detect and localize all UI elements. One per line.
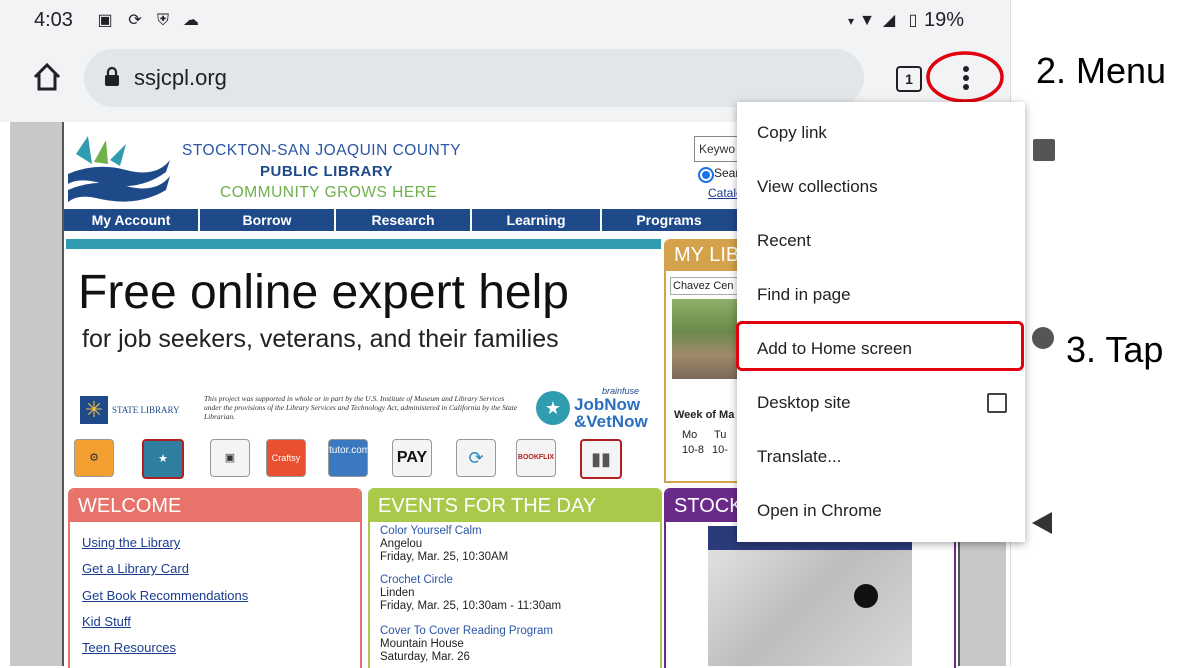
coffee-cup-icon (854, 584, 878, 608)
hours-day-tu: Tu (714, 429, 727, 441)
battery-icon: ▯ (908, 12, 918, 29)
teal-divider (66, 239, 661, 249)
resource-craftsy-icon[interactable]: Craftsy (266, 439, 306, 477)
event-title[interactable]: Color Yourself Calm (380, 525, 508, 538)
overview-nav-icon[interactable] (1033, 139, 1055, 161)
image-notification-icon: ▣ (97, 12, 113, 29)
shield-icon: ⛨ (156, 12, 169, 29)
menu-item-label: Recent (757, 231, 811, 250)
menu-copy-link[interactable]: Copy link (737, 106, 1025, 160)
resource-laptop-icon[interactable]: ▣ (210, 439, 250, 477)
event-item[interactable]: Color Yourself Calm Angelou Friday, Mar.… (380, 525, 508, 564)
library-logo-icon (68, 136, 170, 202)
state-library-label: STATE LIBRARY (112, 405, 180, 415)
events-header: EVENTS FOR THE DAY (370, 490, 660, 522)
event-title[interactable]: Crochet Circle (380, 574, 561, 587)
menu-highlight-circle (926, 51, 1004, 103)
step3-label: 3. Tap (1066, 329, 1164, 370)
nav-programs[interactable]: Programs (602, 209, 736, 231)
menu-view-collections[interactable]: View collections (737, 160, 1025, 214)
nav-research[interactable]: Research (336, 209, 472, 231)
lock-icon (105, 67, 119, 86)
library-name-line1: STOCKTON-SAN JOAQUIN COUNTY (182, 142, 462, 159)
menu-item-label: Desktop site (757, 393, 851, 412)
nav-borrow[interactable]: Borrow (200, 209, 336, 231)
menu-item-label: Find in page (757, 285, 851, 304)
wifi-icon: ▼ (859, 12, 875, 29)
grant-support-text: This project was supported in whole or i… (204, 394, 518, 421)
welcome-header: WELCOME (70, 490, 360, 522)
home-icon (33, 62, 61, 91)
sync-icon: ⟳ (128, 12, 142, 29)
event-time: Friday, Mar. 25, 10:30am - 11:30am (380, 600, 562, 612)
menu-find-in-page[interactable]: Find in page (737, 268, 1025, 322)
cell-signal-icon: ◢ (882, 12, 896, 29)
event-item[interactable]: Crochet Circle Linden Friday, Mar. 25, 1… (380, 574, 561, 613)
tab-switcher-button[interactable]: 1 (896, 66, 922, 92)
event-location: Angelou (380, 538, 423, 550)
event-time: Saturday, Mar. 26 (380, 651, 470, 663)
resource-language-icon[interactable]: ⟳ (456, 439, 496, 477)
resource-tutor-icon[interactable]: tutor.com (328, 439, 370, 477)
library-name-line2: PUBLIC LIBRARY (260, 163, 394, 180)
branch-photo (672, 299, 746, 379)
menu-item-label: Copy link (757, 123, 827, 142)
hours-tu: 10- (712, 444, 728, 456)
resource-pay-icon[interactable]: PAY (392, 439, 432, 477)
resource-jobnow-icon[interactable]: ★ (142, 439, 184, 479)
nav-my-account[interactable]: My Account (64, 209, 200, 231)
hero-subtitle[interactable]: for job seekers, veterans, and their fam… (82, 325, 559, 354)
cloud-icon: ☁ (183, 12, 199, 29)
week-label: Week of Ma (674, 409, 735, 421)
event-item[interactable]: Cover To Cover Reading Program Mountain … (380, 625, 553, 664)
hero-title[interactable]: Free online expert help (78, 265, 569, 320)
hours-day-mo: Mo (682, 429, 698, 441)
hours-mo: 10-8 (682, 444, 705, 456)
event-title[interactable]: Cover To Cover Reading Program (380, 625, 553, 638)
back-nav-icon[interactable] (1030, 510, 1054, 536)
menu-recent[interactable]: Recent (737, 214, 1025, 268)
resource-worker-icon[interactable]: ⚙ (74, 439, 114, 477)
jobnow-logo-icon: ★ (536, 391, 570, 425)
add-to-home-highlight-box (736, 321, 1024, 371)
menu-open-in-chrome[interactable]: Open in Chrome (737, 484, 1025, 538)
url-text: ssjcpl.org (134, 65, 227, 90)
link-library-card[interactable]: Get a Library Card (82, 561, 189, 576)
resource-bookflix-icon[interactable]: BOOKFLIX (516, 439, 556, 477)
link-kid-stuff[interactable]: Kid Stuff (82, 614, 131, 629)
state-library-star-icon: ✳ (80, 396, 108, 424)
link-book-recommendations[interactable]: Get Book Recommendations (82, 588, 248, 603)
event-time: Friday, Mar. 25, 10:30AM (380, 551, 509, 563)
battery-percent: 19% (924, 9, 965, 31)
link-teen-resources[interactable]: Teen Resources (82, 640, 176, 655)
menu-item-label: Translate... (757, 447, 842, 466)
vetnow-label: &VetNow (574, 412, 648, 431)
desktop-site-checkbox[interactable] (987, 393, 1007, 413)
step2-label: 2. Menu (1036, 50, 1167, 91)
status-time: 4:03 (34, 9, 73, 31)
search-radio[interactable] (698, 167, 714, 183)
menu-item-label: Open in Chrome (757, 501, 882, 520)
search-option-label: Sear (714, 166, 740, 180)
link-using-library[interactable]: Using the Library (82, 535, 180, 550)
status-bar: 4:03 ▣ ⟳ ⛨ ☁ ▾ ▼ ◢ ▯ 19% (0, 0, 1010, 44)
event-location: Linden (380, 587, 415, 599)
nav-learning[interactable]: Learning (472, 209, 602, 231)
menu-translate[interactable]: Translate... (737, 430, 1025, 484)
home-button[interactable] (30, 60, 64, 94)
my-library-header: MY LIB (666, 239, 746, 271)
address-bar[interactable]: ssjcpl.org (84, 49, 864, 107)
menu-desktop-site[interactable]: Desktop site (737, 376, 1025, 430)
home-nav-icon[interactable] (1032, 327, 1054, 349)
menu-item-label: View collections (757, 177, 878, 196)
event-location: Mountain House (380, 638, 464, 650)
newspaper-image[interactable]: Stockton Record (708, 526, 912, 666)
library-tagline: COMMUNITY GROWS HERE (220, 184, 438, 201)
resource-film-icon[interactable]: ▮▮ (580, 439, 622, 479)
